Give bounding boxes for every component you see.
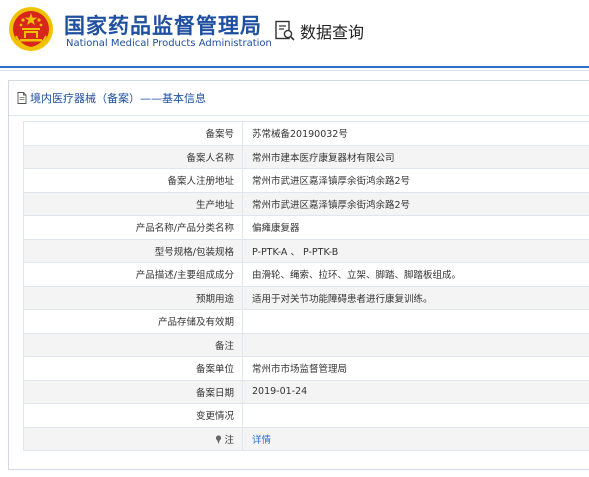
table-row: 备案单位 常州市市场监督管理局 [23, 356, 589, 381]
row-value: 苏常械备20190032号 [242, 121, 589, 146]
row-value: P-PTK-A 、 P-PTK-B [242, 238, 589, 263]
document-search-icon [275, 20, 295, 41]
row-value [242, 403, 589, 428]
table-row: 预期用途 适用于对关节功能障碍患者进行康复训练。 [23, 285, 589, 310]
row-label: 备案人名称 [23, 144, 243, 169]
row-label-note: 注 [23, 426, 243, 451]
site-header: 国家药品监督管理局 National Medical Products Admi… [0, 0, 589, 62]
row-label: 产品名称/产品分类名称 [23, 215, 243, 240]
panel-header: 境内医疗器械（备案）——基本信息 [9, 81, 589, 116]
table-row: 备注 [23, 332, 589, 357]
row-value: 适用于对关节功能障碍患者进行康复训练。 [242, 285, 589, 310]
header-divider-light [0, 70, 589, 71]
info-table: 备案号 苏常械备20190032号 备案人名称 常州市建本医疗康复器材有限公司 … [23, 121, 589, 451]
table-row: 变更情况 [23, 403, 589, 428]
row-value: 详情 [242, 426, 589, 451]
row-value: 常州市建本医疗康复器材有限公司 [242, 144, 589, 169]
row-label: 产品描述/主要组成成分 [23, 262, 243, 287]
row-value [242, 332, 589, 357]
table-row: 备案号 苏常械备20190032号 [23, 121, 589, 146]
row-label: 备案人注册地址 [23, 168, 243, 193]
table-row: 型号规格/包装规格 P-PTK-A 、 P-PTK-B [23, 238, 589, 263]
row-value: 由滑轮、绳索、拉环、立架、脚踏、脚踏板组成。 [242, 262, 589, 287]
table-row: 生产地址 常州市武进区嘉泽镇厚余街鸿余路2号 [23, 191, 589, 216]
note-label: 注 [224, 434, 234, 446]
table-row: 备案人名称 常州市建本医疗康复器材有限公司 [23, 144, 589, 169]
row-value: 偏瘫康复器 [242, 215, 589, 240]
table-row: 备案人注册地址 常州市武进区嘉泽镇厚余街鸿余路2号 [23, 168, 589, 193]
row-label: 变更情况 [23, 403, 243, 428]
data-query-label: 数据查询 [300, 23, 365, 42]
table-row: 注 详情 [23, 426, 589, 451]
details-link[interactable]: 详情 [252, 435, 271, 446]
data-query-link[interactable]: 数据查询 [274, 18, 364, 44]
row-value [242, 309, 589, 334]
document-icon [17, 92, 27, 104]
row-label: 产品存储及有效期 [23, 309, 243, 334]
table-row: 产品存储及有效期 [23, 309, 589, 334]
org-name-en: National Medical Products Administration [66, 38, 272, 49]
row-label: 预期用途 [23, 285, 243, 310]
row-label: 备案单位 [23, 356, 243, 381]
org-name-cn: 国家药品监督管理局 [64, 14, 262, 38]
pin-icon [216, 435, 222, 444]
row-label: 生产地址 [23, 191, 243, 216]
table-row: 备案日期 2019-01-24 [23, 379, 589, 404]
table-row: 产品描述/主要组成成分 由滑轮、绳索、拉环、立架、脚踏、脚踏板组成。 [23, 262, 589, 287]
national-emblem-icon [9, 7, 53, 51]
row-value: 常州市武进区嘉泽镇厚余街鸿余路2号 [242, 168, 589, 193]
row-label: 备案号 [23, 121, 243, 146]
table-row: 产品名称/产品分类名称 偏瘫康复器 [23, 215, 589, 240]
row-value: 常州市武进区嘉泽镇厚余街鸿余路2号 [242, 191, 589, 216]
row-label: 备案日期 [23, 379, 243, 404]
header-divider [0, 66, 589, 68]
row-label: 备注 [23, 332, 243, 357]
row-label: 型号规格/包装规格 [23, 238, 243, 263]
row-value: 2019-01-24 [242, 379, 589, 404]
panel-title: 境内医疗器械（备案）——基本信息 [30, 92, 206, 105]
row-value: 常州市市场监督管理局 [242, 356, 589, 381]
basic-info-panel: 境内医疗器械（备案）——基本信息 备案号 苏常械备20190032号 备案人名称… [8, 80, 589, 470]
